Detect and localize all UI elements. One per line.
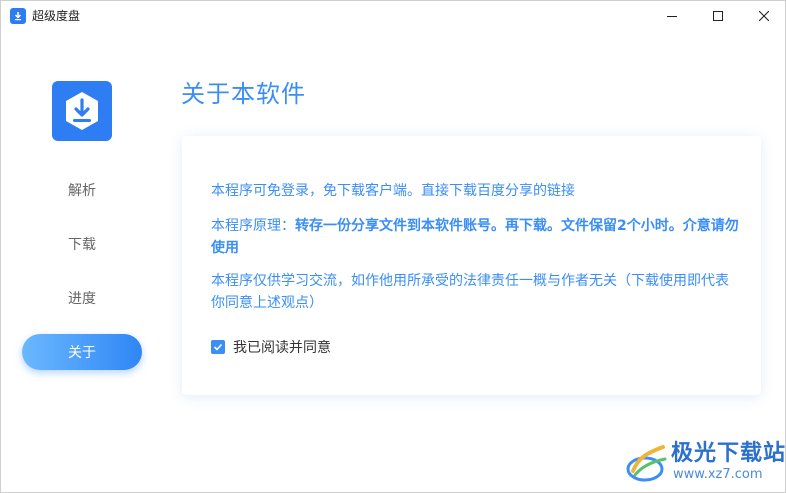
sidebar-item-about[interactable]: 关于 bbox=[22, 334, 142, 370]
maximize-icon bbox=[713, 11, 723, 21]
window-title: 超级度盘 bbox=[32, 9, 81, 23]
minimize-button[interactable] bbox=[649, 1, 695, 31]
sidebar-item-label: 下载 bbox=[68, 237, 96, 253]
title-bar: 超级度盘 bbox=[1, 1, 785, 31]
about-card: 本程序可免登录，免下载客户端。直接下载百度分享的链接 本程序原理：转存一份分享文… bbox=[182, 136, 761, 395]
download-shield-icon bbox=[66, 92, 98, 130]
aurora-logo-icon bbox=[626, 445, 667, 482]
intro-text: 本程序可免登录，免下载客户端。直接下载百度分享的链接 bbox=[211, 183, 575, 199]
agree-label: 我已阅读并同意 bbox=[233, 340, 331, 356]
check-icon bbox=[213, 343, 223, 351]
app-logo bbox=[52, 81, 112, 141]
sidebar-item-label: 进度 bbox=[68, 291, 96, 307]
close-button[interactable] bbox=[741, 1, 785, 31]
watermark-title: 极光下载站 bbox=[671, 441, 786, 466]
principle-text: 本程序原理：转存一份分享文件到本软件账号。再下载。文件保留2个小时。介意请勿使用 bbox=[211, 215, 741, 259]
sidebar-item-label: 解析 bbox=[68, 183, 96, 199]
agree-checkbox[interactable] bbox=[211, 340, 225, 354]
minimize-icon bbox=[667, 16, 677, 17]
watermark: 极光下载站 www.xz7.com bbox=[625, 439, 785, 489]
principle-prefix: 本程序原理： bbox=[211, 218, 295, 234]
agree-checkbox-row[interactable]: 我已阅读并同意 bbox=[211, 337, 331, 357]
app-download-icon bbox=[10, 8, 26, 24]
watermark-url: www.xz7.com bbox=[673, 467, 763, 482]
close-icon bbox=[759, 11, 769, 21]
sidebar-item-download[interactable]: 下载 bbox=[22, 226, 142, 262]
page-title: 关于本软件 bbox=[181, 80, 306, 108]
disclaimer-text: 本程序仅供学习交流，如作他用所承受的法律责任一概与作者无关（下载使用即代表你同意… bbox=[211, 273, 729, 311]
sidebar-item-label: 关于 bbox=[68, 345, 96, 361]
app-window: 超级度盘 解析 下载 进度 关于 关于本软件 本程序可免登录，免下载客户端。直接… bbox=[0, 0, 786, 493]
sidebar-item-parse[interactable]: 解析 bbox=[22, 172, 142, 208]
sidebar-item-progress[interactable]: 进度 bbox=[22, 280, 142, 316]
maximize-button[interactable] bbox=[695, 1, 741, 31]
